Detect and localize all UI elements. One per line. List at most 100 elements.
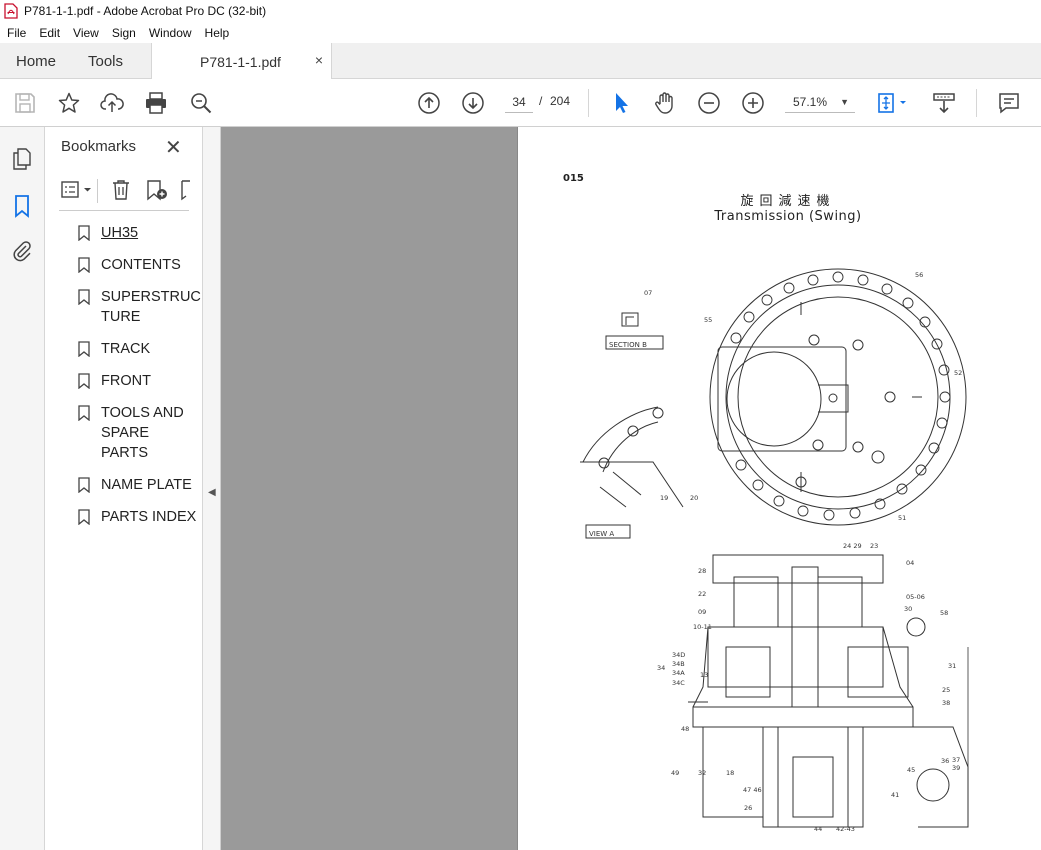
svg-text:19: 19 [660,494,668,502]
bookmark-icon [78,225,90,241]
page-up-icon[interactable] [417,91,441,115]
title-bar: P781-1-1.pdf - Adobe Acrobat Pro DC (32-… [0,0,1041,22]
bookmark-more-icon[interactable] [180,179,190,204]
bookmark-label: FRONT [101,373,151,389]
svg-text:30: 30 [904,605,912,613]
bookmark-item-tools-and-spare-parts[interactable]: TOOLS AND SPARE PARTS [75,403,197,463]
tab-close-icon[interactable]: × [315,52,323,68]
section-b-label: SECTION B [609,341,647,349]
tab-bar: Home Tools P781-1-1.pdf × [0,43,1041,79]
delete-bookmark-icon[interactable] [111,179,131,204]
toolbar-divider [97,179,98,203]
svg-text:55: 55 [704,316,712,324]
svg-text:52: 52 [954,369,962,377]
bookmark-label: PARTS INDEX [101,509,197,525]
svg-text:36: 36 [941,757,949,765]
bookmark-item-uh35[interactable]: UH35 [75,223,203,243]
zoom-level-value: 57.1% [793,95,828,109]
svg-text:51: 51 [898,514,906,522]
bookmark-icon [78,373,90,389]
menu-window[interactable]: Window [142,26,198,40]
bookmark-item-superstructure[interactable]: SUPERSTRUC TURE [75,287,201,327]
pdf-page: 015 旋回減速機 Transmission (Swing) 07 56 55 … [517,127,1041,850]
fit-page-icon[interactable] [876,91,910,115]
svg-text:56: 56 [915,271,923,279]
menu-view[interactable]: View [66,26,105,40]
star-icon[interactable] [57,91,81,115]
search-zoom-icon[interactable] [189,91,213,115]
bookmarks-panel: Bookmarks ✕ UH35 CONTENTS SUPERSTRUC TUR… [45,127,203,850]
menu-bar: File Edit View Sign Window Help [0,22,1041,43]
svg-text:37: 37 [952,756,960,764]
bookmark-label: TRACK [101,341,151,357]
window-title: P781-1-1.pdf - Adobe Acrobat Pro DC (32-… [24,4,267,18]
new-bookmark-icon[interactable] [145,179,169,204]
svg-text:45: 45 [907,766,915,774]
menu-sign[interactable]: Sign [105,26,142,40]
zoom-level-select[interactable]: 57.1% ▼ [785,91,855,113]
panel-collapse-strip[interactable]: ◀ [203,127,221,850]
chevron-down-icon: ▼ [840,97,849,107]
save-icon[interactable] [13,91,37,115]
bookmark-item-parts-index[interactable]: PARTS INDEX [75,507,203,527]
collapse-panel-icon[interactable]: ◀ [208,487,216,498]
svg-text:28: 28 [698,567,706,575]
svg-text:42-43: 42-43 [836,825,855,833]
bookmark-icon [78,289,90,305]
svg-text:04: 04 [906,559,914,567]
view-a-label: VIEW A [589,530,614,538]
tab-tools[interactable]: Tools [88,53,123,70]
scroll-mode-icon[interactable] [932,91,956,115]
bookmark-item-front[interactable]: FRONT [75,371,203,391]
zoom-in-icon[interactable] [741,91,765,115]
bookmark-list: UH35 CONTENTS SUPERSTRUC TURE TRACK FRON… [75,223,203,539]
svg-text:41: 41 [891,791,899,799]
upload-icon[interactable] [100,91,124,115]
svg-text:24 29: 24 29 [843,542,862,550]
svg-text:34C: 34C [672,679,685,687]
bookmark-panel-icon[interactable] [10,194,34,218]
svg-text:47 46: 47 46 [743,786,762,794]
tab-document-label: P781-1-1.pdf [200,54,281,70]
bookmark-item-contents[interactable]: CONTENTS [75,255,203,275]
bookmark-icon [78,477,90,493]
svg-text:49: 49 [671,769,679,777]
menu-edit[interactable]: Edit [32,26,66,40]
bookmark-options-icon[interactable] [61,179,93,204]
close-icon[interactable]: ✕ [165,135,182,160]
bookmark-item-track[interactable]: TRACK [75,339,203,359]
hand-icon[interactable] [653,91,677,115]
acrobat-logo-icon [4,3,18,19]
page-total: 204 [550,94,571,108]
svg-text:58: 58 [940,609,948,617]
page-thumbnails-icon[interactable] [10,147,34,171]
svg-text:34D: 34D [672,651,685,659]
svg-text:18: 18 [726,769,734,777]
tab-home[interactable]: Home [16,53,56,70]
svg-text:34B: 34B [672,660,685,668]
svg-text:34: 34 [657,664,665,672]
document-viewport[interactable]: 015 旋回減速機 Transmission (Swing) 07 56 55 … [221,127,1041,850]
left-nav-rail [0,127,45,850]
toolbar-divider [976,89,977,117]
bookmark-item-name-plate[interactable]: NAME PLATE [75,475,203,495]
toolbar: 34 / 204 57.1% ▼ [0,79,1041,127]
svg-text:20: 20 [690,494,698,502]
svg-text:39: 39 [952,764,960,772]
menu-help[interactable]: Help [198,26,236,40]
attachment-icon[interactable] [10,239,34,263]
page-number-input[interactable]: 34 [505,91,533,113]
comment-icon[interactable] [997,91,1021,115]
bookmark-label: TOOLS AND SPARE PARTS [101,405,184,461]
print-icon[interactable] [144,91,168,115]
svg-text:25: 25 [942,686,950,694]
select-cursor-icon[interactable] [609,91,633,115]
svg-text:22: 22 [698,590,706,598]
svg-text:09: 09 [698,608,706,616]
bookmark-label: SUPERSTRUC TURE [101,289,201,325]
page-down-icon[interactable] [461,91,485,115]
menu-file[interactable]: File [0,26,32,40]
svg-text:31: 31 [948,662,956,670]
tab-document[interactable]: P781-1-1.pdf × [151,43,332,79]
zoom-out-icon[interactable] [697,91,721,115]
